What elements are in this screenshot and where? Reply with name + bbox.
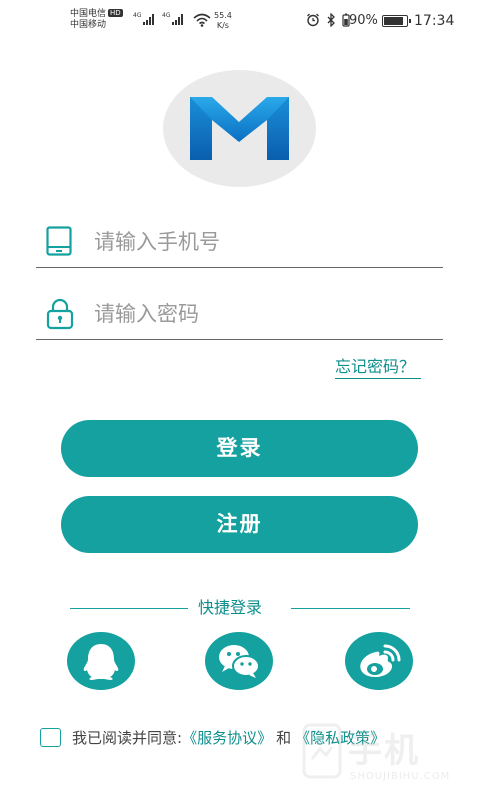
lock-icon — [46, 298, 74, 330]
qq-login-button[interactable] — [67, 632, 135, 690]
speed-unit: K/s — [216, 21, 229, 30]
wechat-login-button[interactable] — [205, 632, 273, 690]
weibo-icon — [360, 644, 401, 678]
m-logo-icon — [190, 97, 289, 160]
hd-badge: HD — [108, 9, 123, 17]
alarm-icon — [307, 13, 319, 27]
wechat-icon — [219, 645, 260, 678]
watermark-sub: SHOUJIBIHU.COM — [350, 771, 451, 782]
agreement-and: 和 — [276, 728, 292, 747]
password-field — [36, 290, 443, 340]
signal-1-icon: 4G — [133, 12, 155, 25]
phone-input[interactable] — [94, 224, 434, 260]
bluetooth-icon — [327, 13, 335, 27]
app-logo — [163, 70, 316, 187]
phone-icon — [46, 226, 72, 256]
clock: 17:34 — [414, 13, 455, 29]
phone-field — [36, 218, 443, 268]
quick-login-title: 快捷登录 — [198, 598, 263, 617]
login-button[interactable]: 登录 — [61, 420, 418, 477]
speed-value: 55.4 — [214, 11, 232, 20]
agreement-checkbox[interactable] — [40, 727, 61, 747]
divider-line-left — [70, 608, 188, 609]
carrier-info: 中国电信 HD 中国移动 — [70, 9, 123, 31]
status-bar: 中国电信 HD 中国移动 4G 4G 55.4 K/s 90% 17:34 — [0, 0, 480, 40]
battery-percent: 90% — [349, 13, 378, 28]
agreement-prefix: 我已阅读并同意: — [72, 728, 183, 747]
wifi-icon — [193, 13, 211, 27]
battery-icon — [382, 15, 411, 27]
network-type-2: 4G — [162, 12, 171, 19]
signal-2-icon: 4G — [162, 12, 184, 25]
qq-icon — [83, 644, 119, 680]
carrier-2: 中国移动 — [70, 20, 107, 30]
network-speed: 55.4 K/s — [214, 11, 232, 31]
carrier-1: 中国电信 — [70, 9, 107, 19]
weibo-login-button[interactable] — [345, 632, 413, 690]
password-input[interactable] — [94, 296, 434, 332]
divider-line-right — [291, 608, 410, 609]
quick-login-divider: 快捷登录 — [70, 597, 410, 619]
service-agreement-link[interactable]: 《服务协议》 — [182, 727, 272, 748]
system-icons — [306, 13, 350, 27]
register-button[interactable]: 注册 — [61, 496, 418, 553]
agreement-row: 我已阅读并同意: 《服务协议》 和 《隐私政策》 — [40, 726, 385, 748]
forgot-password-link[interactable]: 忘记密码？ — [335, 356, 422, 379]
privacy-policy-link[interactable]: 《隐私政策》 — [295, 727, 385, 748]
network-type-1: 4G — [133, 12, 142, 19]
